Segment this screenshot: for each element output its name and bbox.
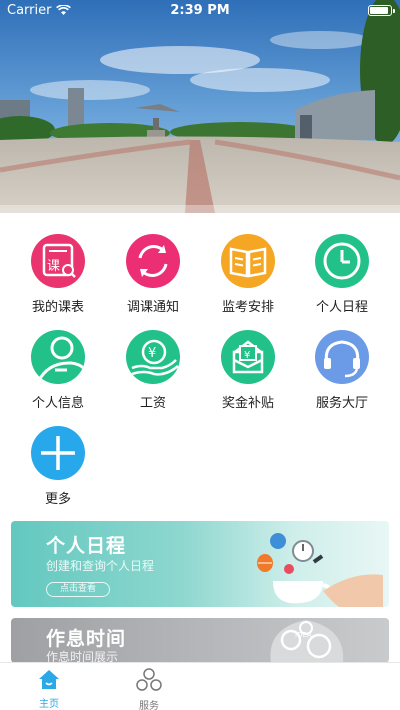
tab-label: 服务 (139, 701, 159, 710)
tab-label: 主页 (39, 699, 59, 710)
timetable-icon-glyph: 课 (47, 259, 60, 274)
menu-item-reschedule[interactable]: 调课通知 (103, 234, 203, 315)
book-icon (221, 234, 275, 288)
bonus-icon-glyph: ¥ (244, 350, 250, 361)
battery-icon (368, 5, 395, 16)
tab-home[interactable]: 主页 (19, 668, 79, 710)
timetable-icon: 课 (31, 234, 85, 288)
menu-item-more[interactable]: 更多 (8, 426, 108, 507)
home-icon (39, 670, 59, 689)
menu-item-personal-info[interactable]: 个人信息 (8, 330, 108, 411)
clock-icon (315, 234, 369, 288)
tab-bar: 主页 服务 (0, 662, 400, 710)
menu-label: 个人信息 (31, 396, 84, 411)
view-button[interactable]: 点击查看 (46, 582, 110, 597)
menu-item-invigilation[interactable]: 监考安排 (198, 234, 298, 315)
menu-item-bonus[interactable]: ¥ 奖金补贴 (198, 330, 298, 411)
status-bar: Carrier 2:39 PM (0, 0, 400, 22)
banner-subtitle: 创建和查询个人日程 (46, 559, 155, 573)
ideas-illustration (257, 533, 383, 607)
menu-label: 个人日程 (315, 300, 368, 315)
menu-label: 更多 (44, 492, 71, 507)
menu-label: 服务大厅 (315, 396, 368, 411)
tab-services[interactable]: 服务 (119, 668, 179, 710)
banner-title: 个人日程 (46, 535, 127, 557)
menu-label: 监考安排 (221, 300, 274, 315)
menu-label: 工资 (139, 396, 166, 411)
menu-item-timetable[interactable]: 课 我的课表 (8, 234, 108, 315)
gears-illustration-caption: IDEA (295, 631, 312, 639)
schedule-banner[interactable]: 个人日程 创建和查询个人日程 点击查看 (11, 521, 389, 607)
salary-icon: ¥ (126, 330, 180, 384)
salary-icon-glyph: ¥ (148, 346, 156, 361)
services-icon (136, 668, 162, 691)
menu-item-schedule[interactable]: 个人日程 (292, 234, 392, 315)
menu-label: 调课通知 (126, 300, 179, 315)
bonus-icon: ¥ (221, 330, 275, 384)
hero-banner: Carrier 2:39 PM (0, 0, 400, 213)
person-icon (31, 330, 85, 384)
gears-illustration: IDEA (270, 620, 344, 663)
timetable-banner[interactable]: 作息时间 作息时间展示 IDEA (11, 618, 389, 663)
campus-photo (0, 0, 400, 213)
status-time: 2:39 PM (170, 3, 230, 18)
reschedule-icon (126, 234, 180, 288)
service-hall-icon (315, 330, 369, 384)
menu-label: 奖金补贴 (221, 396, 274, 411)
menu-item-service-hall[interactable]: 服务大厅 (292, 330, 392, 411)
plus-icon (31, 426, 85, 480)
banner-subtitle: 作息时间展示 (46, 650, 119, 663)
menu-item-salary[interactable]: ¥ 工资 (103, 330, 203, 411)
banner-title: 作息时间 (46, 628, 127, 650)
menu-label: 我的课表 (31, 300, 84, 315)
